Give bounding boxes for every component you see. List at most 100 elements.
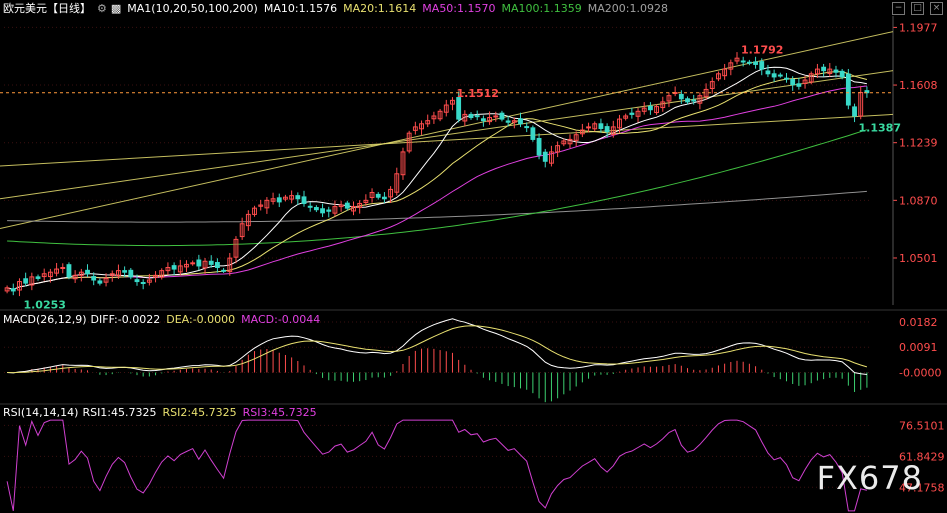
candle-body [171,265,177,270]
watermark: FX678 [816,459,923,497]
candle-body [91,276,97,281]
candle-body [604,126,610,133]
candle-body [468,113,474,119]
ma100-line [7,129,868,247]
candle-body [536,137,542,156]
candle-body [35,276,41,279]
candle-body [524,126,530,129]
candle-body [678,93,684,100]
ma100-value: MA100:1.1359 [501,2,582,15]
macd-histogram [12,348,868,403]
candle-body [140,282,146,285]
candle-body [746,61,752,64]
candle-body [295,195,301,200]
macd-tick-label: 0.0182 [899,316,938,329]
macd-dea: DEA:-0.0000 [166,313,236,326]
candle-body [307,205,313,208]
candle-body [647,105,653,111]
close-icon[interactable]: × [930,2,943,15]
rsi-header: RSI(14,14,14) RSI1:45.7325 RSI2:45.7325 RSI… [3,406,323,420]
candle-body [480,118,486,122]
candle-body [221,269,227,272]
candle-body [530,127,536,140]
candle-body [542,151,548,162]
maximize-icon[interactable]: □ [911,2,924,15]
candle-body [833,69,839,73]
candle-body [845,73,851,106]
price-tick-label: 1.0870 [899,194,938,207]
minimize-icon[interactable]: − [892,2,905,15]
candle-body [777,74,783,77]
candle-body [375,193,381,198]
macd-label: MACD(26,12,9) [3,313,87,326]
candle-body [839,70,845,78]
price-annotation: 1.0253 [23,299,65,312]
trend-channel-line [0,113,894,167]
candle-body [598,123,604,129]
ma50-line [6,85,867,290]
price-tick-label: 1.1239 [899,137,938,150]
candle-body [759,61,765,70]
ma50-value: MA50:1.1570 [422,2,496,15]
price-tick-label: 1.1977 [899,21,938,34]
rsi-tick-label: 76.5101 [899,419,945,432]
candle-body [190,262,196,265]
candle-body [208,260,214,265]
candle-body [10,288,16,292]
rsi-label: RSI(14,14,14) [3,406,79,419]
candle-body [586,126,591,129]
indicator-icon[interactable]: ▩ [111,2,121,15]
candle-body [85,269,90,275]
candle-body [474,115,480,118]
candle-body [518,118,523,125]
candle-body [196,259,202,267]
candle-body [456,97,462,120]
period-label[interactable]: 【日线】 [47,2,91,15]
candle-body [214,262,220,269]
price-tick-label: 1.1608 [899,79,938,92]
ma-label: MA1(10,20,50,100,200) [127,2,258,15]
candle-body [790,78,796,86]
rsi3-value: RSI3:45.7325 [242,406,317,419]
candle-body [505,120,511,123]
candle-body [128,269,134,278]
window-toolbar: − □ × [892,2,943,15]
trend-channel-line [0,31,894,229]
candle-body [796,83,802,87]
candle-body [691,99,697,102]
ma10-line [6,66,868,290]
rsi-line [6,419,868,512]
candle-body [740,60,746,63]
candle-body [66,264,72,278]
macd-tick-label: 0.0091 [899,341,938,354]
ma10-value: MA10:1.1576 [263,2,338,15]
candle-body [344,202,350,209]
macd-dea-line [7,325,868,374]
candle-body [765,70,771,75]
settings-gear-icon[interactable]: ⚙ [97,2,107,15]
candle-body [685,98,690,103]
candle-body [326,209,332,212]
price-tick-label: 1.0501 [899,252,938,265]
main-header: 欧元美元【日线】 ⚙ ▩ MA1(10,20,50,100,200) MA10:1.15… [3,2,674,16]
candle-body [97,280,103,284]
candle-body [499,112,505,120]
candles [4,52,870,297]
candle-body [320,208,325,214]
candle-body [313,207,319,211]
macd-value: MACD:-0.0044 [241,313,321,326]
ma200-line [7,190,867,223]
candle-body [276,197,282,203]
candle-body [301,196,307,204]
price-annotation: 1.1387 [859,122,901,135]
candle-body [753,61,758,65]
candle-body [493,115,499,118]
candle-body [784,77,789,80]
candle-body [23,278,29,284]
candle-body [821,66,827,72]
price-chart[interactable]: 1.1977 1.1608 1.1239 1.0870 1.0501 1.0253 1.15… [0,0,947,513]
candle-body [852,106,857,117]
rsi2-value: RSI2:45.7325 [162,406,237,419]
macd-tick-label: -0.0000 [899,366,941,379]
candle-body [60,267,66,270]
